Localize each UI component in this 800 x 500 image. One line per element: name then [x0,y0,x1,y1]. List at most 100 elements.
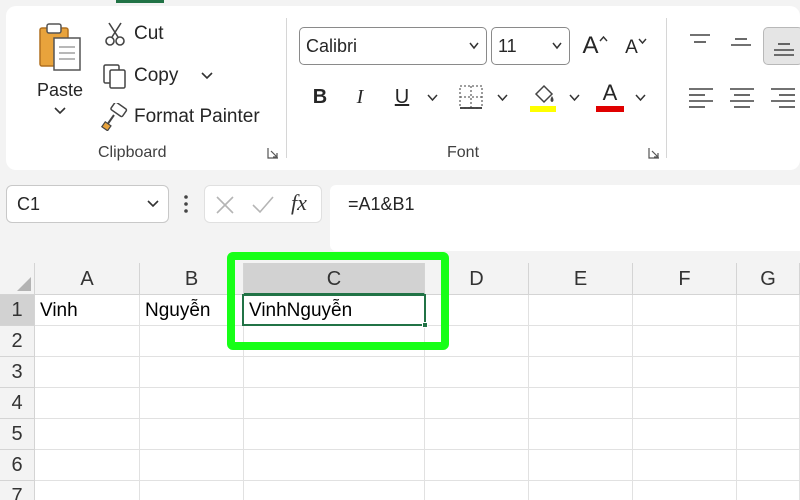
more-options-icon[interactable] [183,194,189,214]
align-right-icon[interactable] [770,86,796,110]
empty-cell[interactable] [737,450,800,481]
empty-cell[interactable] [140,388,244,419]
row-header-6[interactable]: 6 [0,450,35,481]
empty-cell[interactable] [737,481,800,500]
empty-cell[interactable] [425,388,529,419]
empty-cell[interactable] [425,450,529,481]
empty-cell[interactable] [35,419,140,450]
empty-cell[interactable] [140,357,244,388]
empty-cell[interactable] [633,357,737,388]
row-header-2[interactable]: 2 [0,326,35,357]
enter-icon[interactable] [251,195,275,215]
empty-cell[interactable] [633,481,737,500]
empty-cell[interactable] [35,388,140,419]
empty-cell[interactable] [633,450,737,481]
fill-color-icon[interactable] [528,80,558,114]
increase-font-size-label: A [582,32,599,59]
chevron-down-icon[interactable] [569,94,580,102]
bold-button[interactable]: B [306,82,334,112]
empty-cell[interactable] [529,481,633,500]
empty-cell[interactable] [425,357,529,388]
align-middle-icon[interactable] [729,34,753,54]
empty-cell[interactable] [244,357,425,388]
row-header-4[interactable]: 4 [0,388,35,419]
empty-cell[interactable] [633,388,737,419]
chevron-down-icon[interactable] [52,106,68,116]
empty-cell[interactable] [737,419,800,450]
underline-label: U [394,85,410,108]
empty-cell[interactable] [244,481,425,500]
chevron-down-icon[interactable] [427,94,438,102]
format-painter-button[interactable]: Format Painter [100,102,260,132]
empty-cell[interactable] [529,450,633,481]
empty-cell[interactable] [35,326,140,357]
column-header-f[interactable]: F [633,263,737,295]
active-tab-indicator [116,0,164,3]
empty-cell[interactable] [425,481,529,500]
chevron-down-icon [147,200,159,208]
align-left-icon[interactable] [688,86,714,110]
caret-up-icon [598,35,608,42]
increase-font-size-button[interactable]: A [578,31,612,61]
column-header-e[interactable]: E [529,263,633,295]
dialog-launcher-icon[interactable] [267,147,279,159]
underline-button[interactable]: U [388,82,416,112]
align-bottom-button[interactable] [763,27,800,65]
select-all-corner[interactable] [0,263,35,295]
name-box[interactable]: C1 [6,185,169,223]
empty-cell[interactable] [35,450,140,481]
column-header-a[interactable]: A [35,263,140,295]
align-center-icon[interactable] [729,86,755,110]
column-header-g[interactable]: G [737,263,800,295]
paste-button[interactable]: Paste [30,20,90,130]
empty-cell[interactable] [529,357,633,388]
empty-cell[interactable] [140,419,244,450]
empty-cell[interactable] [140,450,244,481]
font-color-button[interactable]: A [596,80,624,106]
empty-cell[interactable] [633,419,737,450]
cut-button[interactable]: Cut [100,19,164,49]
font-color-label: A [602,80,618,105]
cell-a1[interactable]: Vinh [35,295,140,326]
formula-text: =A1&B1 [348,194,415,214]
empty-cell[interactable] [529,326,633,357]
row-header-3[interactable]: 3 [0,357,35,388]
decrease-font-size-label: A [625,37,638,58]
row-header-7[interactable]: 7 [0,481,35,500]
empty-cell[interactable] [737,357,800,388]
font-size-value: 11 [498,36,517,56]
chevron-down-icon [552,42,562,50]
empty-cell[interactable] [244,419,425,450]
font-name-select[interactable]: Calibri [299,27,487,65]
empty-cell[interactable] [425,419,529,450]
chevron-down-icon[interactable] [635,94,646,102]
row-header-5[interactable]: 5 [0,419,35,450]
empty-cell[interactable] [529,388,633,419]
chevron-down-icon[interactable] [497,94,508,102]
empty-cell[interactable] [35,481,140,500]
empty-cell[interactable] [529,419,633,450]
empty-cell[interactable] [737,388,800,419]
clipboard-group-label: Clipboard [98,144,167,161]
align-top-icon[interactable] [688,32,712,52]
italic-button[interactable]: I [346,82,374,112]
decrease-font-size-button[interactable]: A [620,33,652,63]
empty-cell[interactable] [140,481,244,500]
insert-function-button[interactable]: fx [291,190,307,216]
empty-cell[interactable] [244,388,425,419]
empty-cell[interactable] [529,295,633,326]
formula-bar-input[interactable]: =A1&B1 [330,185,800,251]
empty-cell[interactable] [35,357,140,388]
chevron-down-icon[interactable] [200,71,214,81]
borders-icon[interactable] [458,84,486,110]
empty-cell[interactable] [737,326,800,357]
row-header-1[interactable]: 1 [0,295,35,326]
empty-cell[interactable] [244,450,425,481]
empty-cell[interactable] [737,295,800,326]
copy-button[interactable]: Copy [100,61,214,91]
cancel-icon[interactable] [215,195,235,215]
empty-cell[interactable] [633,295,737,326]
dialog-launcher-icon[interactable] [648,147,660,159]
empty-cell[interactable] [633,326,737,357]
font-size-select[interactable]: 11 [491,27,570,65]
